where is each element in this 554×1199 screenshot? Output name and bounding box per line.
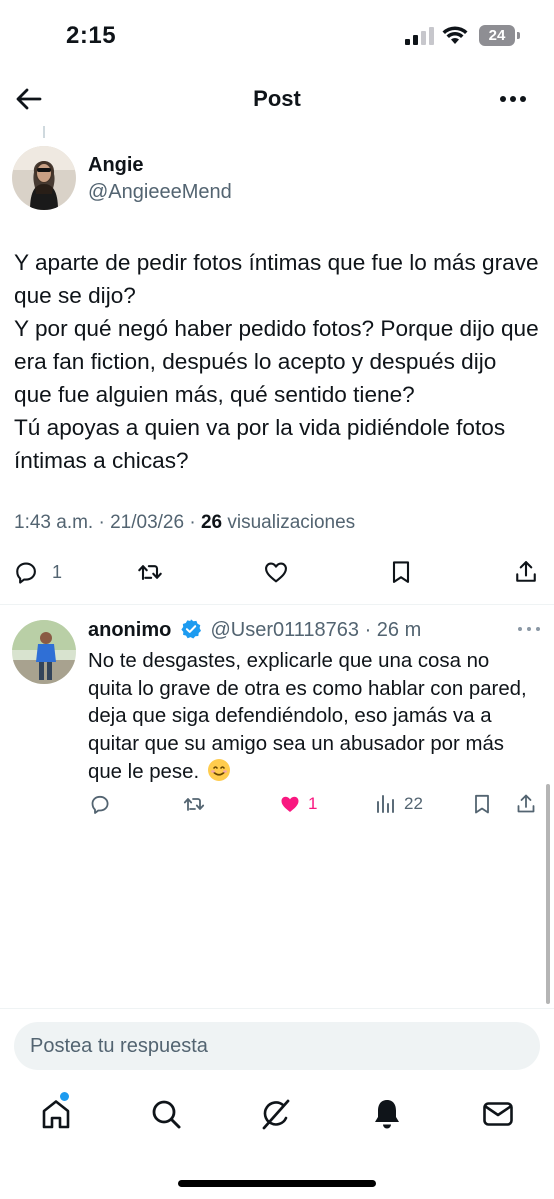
reply-compose-box[interactable] (14, 1022, 540, 1070)
reply-header: anonimo @User01118763 · 26 m (88, 618, 421, 642)
tab-messages[interactable] (480, 1096, 516, 1132)
repost-button[interactable] (136, 556, 164, 588)
reply-post[interactable]: anonimo @User01118763 · 26 m No te desga… (0, 608, 554, 838)
like-count: 1 (308, 794, 318, 813)
notifications-icon (375, 1100, 399, 1129)
status-bar: 2:15 24 (0, 0, 554, 72)
like-button[interactable] (262, 556, 290, 588)
tab-notifications[interactable] (369, 1096, 405, 1132)
reply-age: 26 m (376, 619, 422, 641)
notification-dot (60, 1092, 69, 1101)
share-button[interactable] (514, 788, 538, 820)
clock: 2:15 (66, 22, 117, 49)
messages-icon (483, 1102, 513, 1126)
more-icon[interactable] (516, 622, 542, 636)
home-icon (42, 1100, 70, 1129)
post-text-line: Tú apoyas a quien va por la vida pidiénd… (14, 415, 506, 473)
bookmark-button[interactable] (470, 788, 494, 820)
more-icon[interactable] (498, 86, 528, 112)
like-button[interactable]: 1 (278, 788, 317, 820)
post-body: Y aparte de pedir fotos íntimas que fue … (14, 246, 540, 477)
reply-actions: 1 22 (0, 788, 554, 820)
post-text-line: Y por qué negó haber pedido fotos? Porqu… (14, 316, 539, 407)
reply-body: No te desgastes, explicarle que una cosa… (88, 650, 527, 783)
repost-button[interactable] (182, 788, 206, 820)
separator: · (189, 512, 201, 533)
battery-indicator: 24 (479, 25, 520, 46)
views-label[interactable]: visualizaciones (227, 512, 355, 533)
tab-search[interactable] (148, 1096, 184, 1132)
separator: · (98, 512, 111, 533)
views-button[interactable]: 22 (374, 788, 423, 820)
reply-count: 1 (52, 561, 63, 582)
smiling-face-emoji-icon (207, 759, 230, 781)
like-icon (265, 562, 287, 583)
share-button[interactable] (512, 556, 540, 588)
top-header: Post (0, 72, 554, 126)
reply-text: No te desgastes, explicarle que una cosa… (88, 648, 528, 787)
post-text-line: Y aparte de pedir fotos íntimas que fue … (14, 250, 539, 308)
verified-icon (181, 619, 201, 639)
post-time: 1:43 a.m. (14, 512, 94, 533)
wifi-icon (442, 26, 468, 44)
post-date: 21/03/26 (110, 512, 185, 533)
view-count[interactable]: 26 (201, 512, 222, 533)
reply-author-handle[interactable]: @User01118763 (210, 619, 359, 641)
view-count: 22 (404, 794, 423, 813)
separator: · (364, 619, 377, 641)
scrollbar[interactable] (546, 784, 550, 1004)
tab-home[interactable] (38, 1092, 74, 1132)
thread-connector-line (43, 126, 45, 138)
bottom-tab-bar (0, 1084, 554, 1154)
views-icon (377, 795, 394, 813)
bookmark-icon (392, 561, 410, 583)
author-handle[interactable]: @AngieeeMend (88, 181, 232, 204)
avatar[interactable] (12, 146, 76, 210)
tab-grok[interactable] (258, 1096, 294, 1132)
reply-button[interactable]: 1 (12, 556, 62, 588)
grok-icon (262, 1099, 290, 1130)
page-title: Post (253, 86, 301, 111)
repost-icon (138, 565, 162, 581)
divider (0, 1008, 554, 1009)
bookmark-button[interactable] (387, 556, 415, 588)
repost-icon (183, 798, 205, 811)
avatar[interactable] (12, 620, 76, 684)
reply-author-name[interactable]: anonimo (88, 619, 171, 641)
search-icon (152, 1100, 181, 1129)
share-icon (516, 561, 536, 582)
like-icon (281, 796, 299, 812)
reply-icon (91, 795, 109, 814)
share-icon (517, 794, 535, 813)
author-name[interactable]: Angie (88, 154, 144, 177)
cellular-signal-icon (405, 27, 434, 45)
divider (0, 604, 554, 605)
home-indicator (178, 1180, 376, 1187)
reply-icon (16, 562, 36, 584)
post-meta: 1:43 a.m. · 21/03/26 · 26 visualizacione… (14, 512, 355, 534)
reply-button[interactable] (88, 788, 112, 820)
post-actions: 1 (0, 552, 554, 594)
post-author[interactable]: Angie @AngieeeMend (12, 146, 532, 212)
reply-input[interactable] (14, 1022, 540, 1070)
bookmark-icon (475, 794, 489, 814)
